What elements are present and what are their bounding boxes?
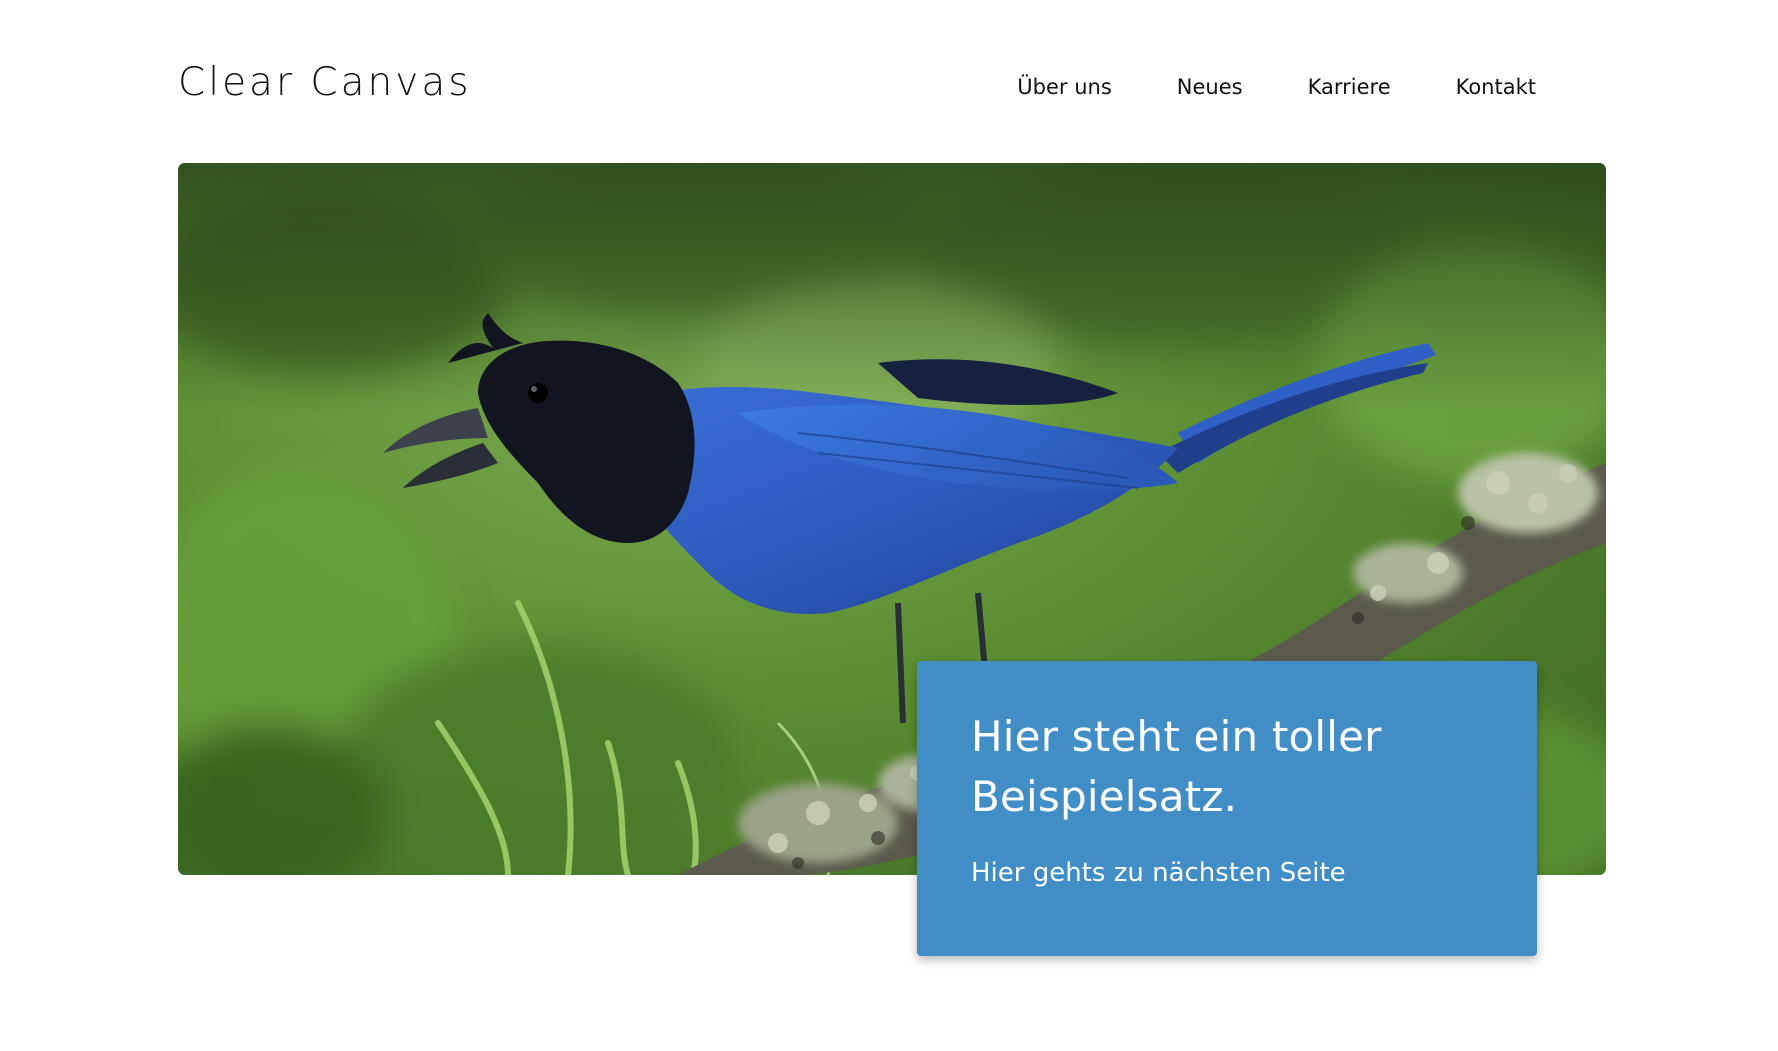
- nav-item-neues[interactable]: Neues: [1177, 72, 1243, 102]
- page: Clear Canvas Über uns Neues Karriere Kon…: [0, 0, 1778, 1051]
- next-page-link[interactable]: Hier gehts zu nächsten Seite: [971, 855, 1497, 891]
- callout-headline: Hier steht ein toller Beispielsatz.: [971, 712, 1382, 821]
- callout-card[interactable]: Hier steht ein toller Beispielsatz. Hier…: [917, 661, 1537, 956]
- nav-item-kontakt[interactable]: Kontakt: [1456, 72, 1536, 102]
- brand-logo[interactable]: Clear Canvas: [178, 60, 472, 106]
- nav-item-ueber-uns[interactable]: Über uns: [1017, 72, 1112, 102]
- nav-item-karriere[interactable]: Karriere: [1308, 72, 1391, 102]
- main-nav: Über uns Neues Karriere Kontakt: [1010, 72, 1550, 102]
